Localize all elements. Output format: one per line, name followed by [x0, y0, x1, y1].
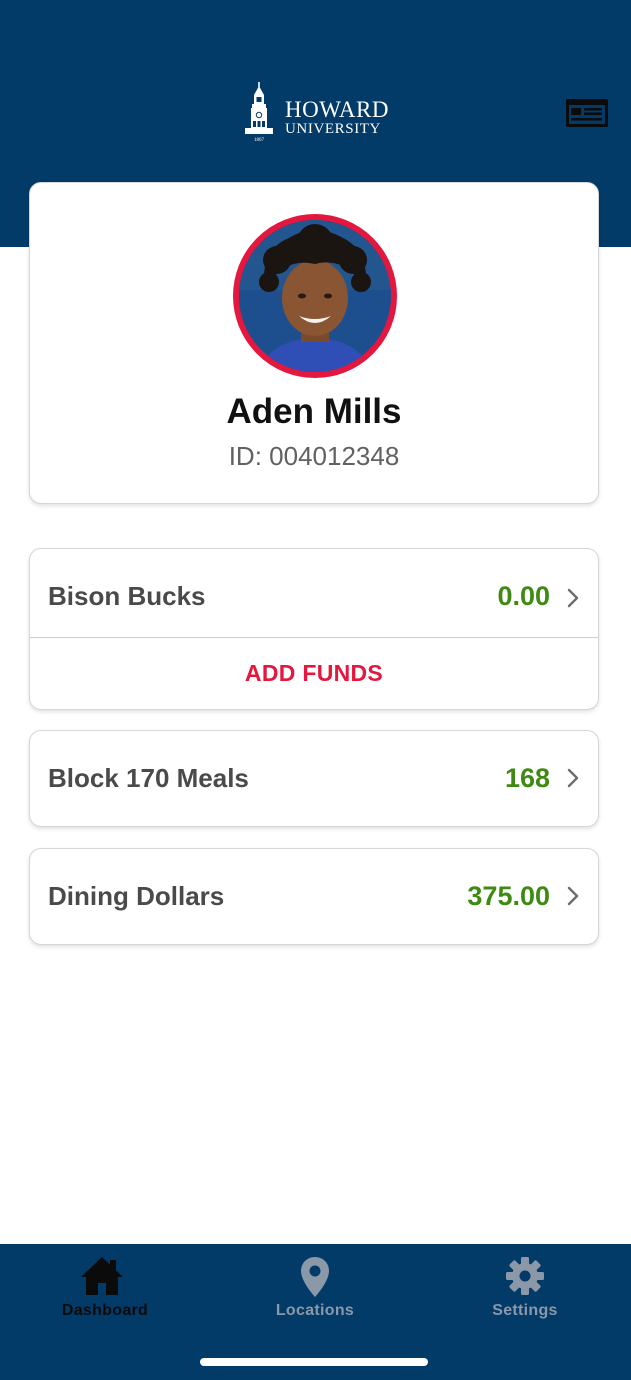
- account-label: Bison Bucks: [48, 581, 206, 611]
- account-label: Block 170 Meals: [48, 763, 249, 793]
- howard-logo: 1867 HOWARD UNIVERSITY: [243, 82, 389, 142]
- profile-card: Aden Mills ID: 004012348: [29, 182, 599, 504]
- chevron-right-icon: [567, 588, 579, 608]
- profile-photo: [239, 220, 391, 372]
- meal-plan-card[interactable]: Block 170 Meals 168: [29, 730, 599, 827]
- account-balance: 0.00: [497, 581, 550, 611]
- map-pin-icon: [301, 1257, 329, 1297]
- student-name: Aden Mills: [226, 392, 402, 431]
- add-funds-button[interactable]: ADD FUNDS: [30, 638, 598, 709]
- id-card-icon[interactable]: [566, 99, 608, 127]
- home-icon: [81, 1257, 123, 1295]
- home-indicator[interactable]: [200, 1358, 428, 1366]
- logo-line-university: UNIVERSITY: [285, 121, 381, 137]
- logo-year: 1867: [254, 138, 265, 142]
- dining-dollars-row[interactable]: Dining Dollars 375.00: [30, 849, 598, 944]
- clock-tower-icon: 1867: [245, 82, 273, 142]
- chevron-right-icon: [567, 886, 579, 906]
- gear-icon: [506, 1257, 544, 1295]
- tab-label: Dashboard: [61, 1302, 149, 1319]
- account-balance: 375.00: [467, 881, 550, 911]
- tab-label: Settings: [492, 1302, 558, 1319]
- bison-bucks-row[interactable]: Bison Bucks 0.00: [30, 549, 598, 637]
- chevron-right-icon: [567, 768, 579, 788]
- student-id: ID: 004012348: [228, 441, 400, 471]
- account-label: Dining Dollars: [48, 881, 225, 911]
- avatar: [233, 214, 397, 378]
- meal-plan-row[interactable]: Block 170 Meals 168: [30, 731, 598, 826]
- dining-dollars-card[interactable]: Dining Dollars 375.00: [29, 848, 599, 945]
- logo-line-howard: HOWARD: [285, 97, 389, 122]
- tab-label: Locations: [275, 1302, 355, 1319]
- bison-bucks-card: Bison Bucks 0.00 ADD FUNDS: [29, 548, 599, 710]
- account-balance: 168: [504, 763, 550, 793]
